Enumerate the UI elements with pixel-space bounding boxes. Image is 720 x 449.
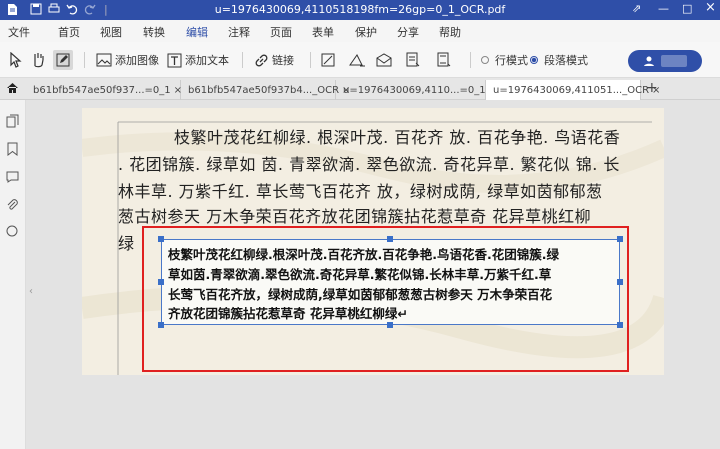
left-sidebar: [0, 100, 26, 449]
tab-label: b61bfb547ae50f937b4..._OCR: [188, 84, 340, 96]
resize-handle[interactable]: [158, 322, 164, 328]
ocr-text-line[interactable]: 草如茵.青翠欲滴.翠色欲流.奇花异草.繁花似锦.长林丰草.万紫千红.草: [168, 264, 551, 283]
toolbar-separator: [310, 52, 311, 68]
edit-shape-icon[interactable]: [348, 50, 366, 70]
add-text-button[interactable]: 添加文本: [167, 50, 229, 70]
account-button[interactable]: [628, 50, 702, 72]
minimize-button[interactable]: —: [658, 2, 669, 15]
document-tabs: b61bfb547ae50f937...=0_1 × b61bfb547ae50…: [0, 78, 720, 100]
original-text-line: . 花团锦簇. 绿草如 茵. 青翠欲滴. 翠色欲流. 奇花异草. 繁花似 锦. …: [118, 155, 620, 174]
resize-handle[interactable]: [617, 236, 623, 242]
expand-icon[interactable]: ⇗: [632, 2, 641, 15]
account-name-redacted: [661, 55, 687, 67]
tab-doc-2[interactable]: b61bfb547ae50f937b4..._OCR ×: [181, 80, 350, 100]
original-text-line: 枝繁叶茂花红柳绿. 根深叶茂. 百花齐 放. 百花争艳. 鸟语花香: [174, 128, 621, 147]
add-image-label: 添加图像: [115, 54, 159, 67]
paragraph-mode-radio[interactable]: 段落模式: [530, 50, 588, 70]
original-text-line: 葱古树参天 万木争荣百花齐放花团锦簇拈花惹草奇 花异草桃红柳: [118, 207, 592, 226]
add-image-button[interactable]: 添加图像: [96, 50, 159, 70]
resize-handle[interactable]: [158, 279, 164, 285]
tab-doc-3[interactable]: u=1976430069,4110...=0_1 ×: [336, 80, 497, 100]
header-footer-icon[interactable]: [436, 50, 452, 70]
tab-label: u=1976430069,4110...=0_1: [343, 84, 486, 96]
resize-handle[interactable]: [387, 322, 393, 328]
toolbar-separator: [470, 52, 471, 68]
radio-selected-icon: [530, 56, 538, 64]
tab-label: u=1976430069,411051..._OCR: [493, 84, 650, 96]
tab-label: b61bfb547ae50f937...=0_1: [33, 84, 171, 96]
edit-toolbar: 添加图像 添加文本 链接 行模式 段落模式: [0, 42, 720, 78]
paragraph-mode-label: 段落模式: [544, 54, 588, 67]
menu-share[interactable]: 分享: [397, 24, 419, 40]
attachment-icon[interactable]: [6, 198, 19, 215]
menu-file[interactable]: 文件: [8, 24, 30, 40]
menu-edit[interactable]: 编辑: [184, 24, 210, 44]
menu-convert[interactable]: 转换: [143, 24, 165, 40]
radio-icon: [481, 56, 489, 64]
menu-form[interactable]: 表单: [312, 24, 334, 40]
add-text-label: 添加文本: [185, 54, 229, 67]
toolbar-separator: [84, 52, 85, 68]
comment-icon[interactable]: [6, 170, 19, 187]
collapse-panel-icon[interactable]: ‹: [29, 286, 33, 297]
resize-handle[interactable]: [617, 322, 623, 328]
resize-handle[interactable]: [387, 236, 393, 242]
home-icon[interactable]: [6, 81, 19, 97]
ocr-text-line[interactable]: 枝繁叶茂花红柳绿.根深叶茂.百花齐放.百花争艳.鸟语花香.花团锦簇.绿: [168, 244, 559, 263]
shape-tool-icon[interactable]: [320, 50, 336, 70]
menu-page[interactable]: 页面: [270, 24, 292, 40]
search-icon[interactable]: [6, 224, 19, 241]
line-mode-label: 行模式: [495, 54, 528, 67]
line-mode-radio[interactable]: 行模式: [481, 50, 528, 70]
edit-tool-icon[interactable]: [53, 50, 73, 70]
new-tab-button[interactable]: +: [646, 80, 658, 96]
tab-doc-4-active[interactable]: u=1976430069,411051..._OCR ×: [486, 80, 660, 100]
toolbar-separator: [242, 52, 243, 68]
image-icon: [96, 53, 112, 67]
menu-view[interactable]: 视图: [100, 24, 122, 40]
user-icon: [644, 56, 654, 66]
menu-comment[interactable]: 注释: [228, 24, 250, 40]
close-button[interactable]: ×: [705, 0, 716, 15]
watermark-icon[interactable]: [375, 50, 393, 70]
menu-home[interactable]: 首页: [58, 24, 80, 40]
background-icon[interactable]: [405, 50, 421, 70]
link-button[interactable]: 链接: [254, 50, 294, 70]
hand-tool-icon[interactable]: [31, 50, 45, 70]
select-tool-icon[interactable]: [8, 50, 22, 70]
menu-protect[interactable]: 保护: [355, 24, 377, 40]
menu-help[interactable]: 帮助: [439, 24, 461, 40]
restore-button[interactable]: □: [682, 2, 692, 15]
bookmark-icon[interactable]: [6, 142, 19, 159]
original-text-line: 林丰草. 万紫千红. 草长莺飞百花齐 放，绿树成荫, 绿草如茵郁郁葱: [118, 182, 603, 201]
ocr-text-line[interactable]: 长莺飞百花齐放，绿树成荫,绿草如茵郁郁葱葱古树参天 万木争荣百花: [168, 284, 552, 303]
link-label: 链接: [272, 54, 294, 67]
title-bar: | u=1976430069,4110518198fm=26gp=0_1_OCR…: [0, 0, 720, 20]
window-title: u=1976430069,4110518198fm=26gp=0_1_OCR.p…: [214, 3, 506, 16]
link-icon: [255, 54, 268, 66]
pages-thumbnail-icon[interactable]: [6, 114, 19, 131]
menu-bar: 文件 首页 视图 转换 编辑 注释 页面 表单 保护 分享 帮助: [0, 20, 720, 44]
text-icon: [167, 53, 182, 67]
ocr-text-box[interactable]: 枝繁叶茂花红柳绿.根深叶茂.百花齐放.百花争艳.鸟语花香.花团锦簇.绿 草如茵.…: [161, 239, 620, 325]
ocr-text-line[interactable]: 齐放花团锦簇拈花惹草奇 花异草桃红柳绿↵: [168, 303, 408, 322]
resize-handle[interactable]: [158, 236, 164, 242]
resize-handle[interactable]: [617, 279, 623, 285]
tab-doc-1[interactable]: b61bfb547ae50f937...=0_1 ×: [26, 80, 182, 100]
